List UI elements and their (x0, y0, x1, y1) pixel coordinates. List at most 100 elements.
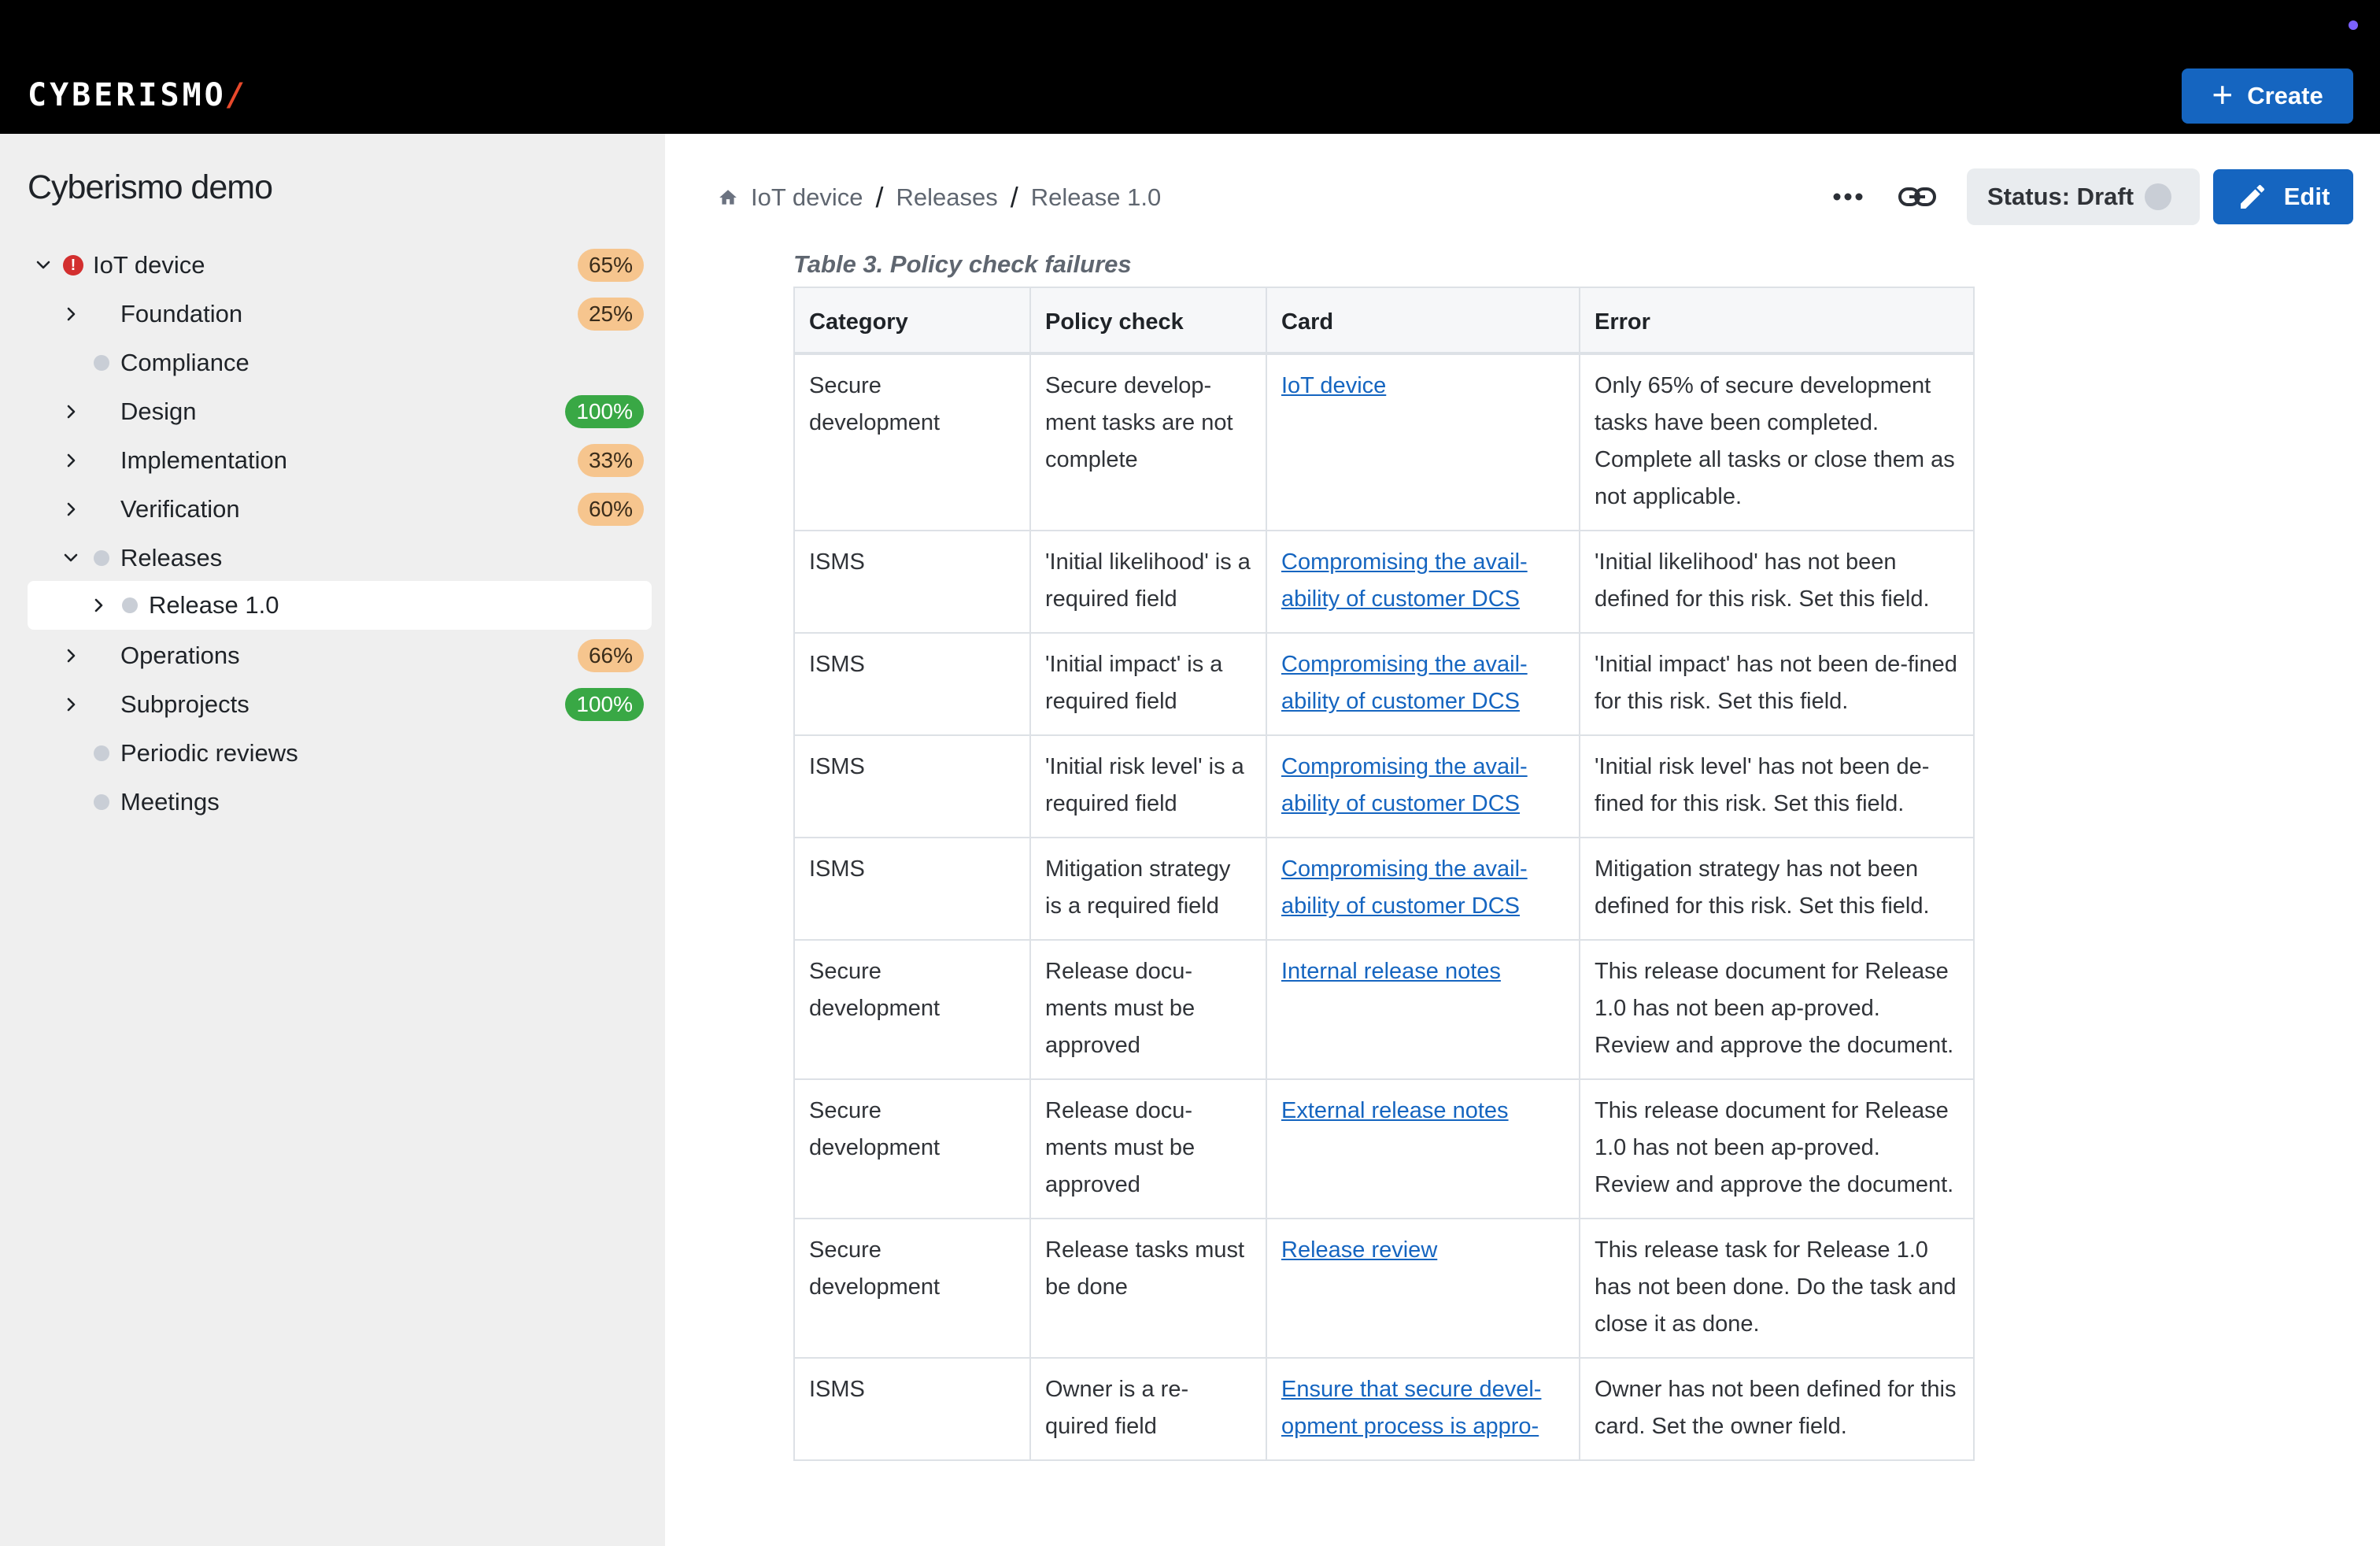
error-icon: ! (63, 255, 83, 276)
table-row: Secure development Secure develop-ment t… (793, 353, 1975, 531)
breadcrumb-item-releases[interactable]: Releases (896, 183, 997, 212)
tree-item-label: Compliance (120, 349, 249, 376)
breadcrumb: IoT device / Releases / Release 1.0 (718, 181, 1161, 214)
column-header-policy-check: Policy check (1029, 287, 1267, 355)
cell-category: Secure development (793, 1218, 1031, 1359)
card-link[interactable]: IoT device (1281, 373, 1386, 398)
table-row: Secure development Release docu-ments mu… (793, 939, 1975, 1080)
create-button[interactable]: + Create (2182, 68, 2353, 124)
tree-item-verification[interactable]: Verification 60% (28, 485, 649, 534)
tree-item-design[interactable]: Design 100% (28, 387, 649, 436)
cell-category: Secure development (793, 353, 1031, 531)
chevron-right-icon[interactable] (59, 644, 83, 668)
tree-item-label: Operations (120, 642, 240, 669)
cell-category: Secure development (793, 1078, 1031, 1219)
top-bar: CYBERISMO/ + Create (0, 0, 2380, 134)
tree-item-label: Periodic reviews (120, 739, 298, 767)
cell-policy-check: Mitigation strategy is a required field (1029, 837, 1267, 941)
plus-icon: + (2212, 74, 2234, 115)
policy-check-failures-table: Category Policy check Card Error Secure … (793, 287, 1975, 1461)
breadcrumb-separator: / (1010, 181, 1018, 213)
cell-policy-check: Release docu-ments must be approved (1029, 1078, 1267, 1219)
card-link[interactable]: Compromising the avail-ability of custom… (1281, 549, 1528, 612)
cell-error: 'Initial impact' has not been de-fined f… (1579, 632, 1975, 736)
tree-item-compliance[interactable]: Compliance (28, 338, 649, 387)
cell-card: Ensure that secure devel-opment process … (1266, 1357, 1580, 1461)
card-link[interactable]: Release review (1281, 1237, 1437, 1263)
more-options-icon[interactable] (1828, 183, 1868, 211)
cyberismo-logo[interactable]: CYBERISMO/ (28, 77, 246, 113)
edit-button[interactable]: Edit (2213, 169, 2353, 224)
tree-item-label: Design (120, 398, 197, 425)
progress-badge: 66% (577, 639, 644, 672)
chevron-right-icon[interactable] (59, 693, 83, 716)
chevron-down-icon[interactable] (31, 253, 55, 277)
column-header-error: Error (1579, 287, 1975, 355)
project-title: Cyberismo demo (28, 168, 273, 206)
table-row: ISMS 'Initial likelihood' is a required … (793, 530, 1975, 634)
table-row: ISMS 'Initial impact' is a required fiel… (793, 632, 1975, 736)
tree-item-label: Implementation (120, 446, 287, 474)
chevron-right-icon[interactable] (59, 400, 83, 423)
status-dropdown[interactable]: Status: Draft (1967, 168, 2200, 225)
table-row: ISMS Owner is a re-quired field Ensure t… (793, 1357, 1975, 1461)
chevron-right-icon[interactable] (87, 594, 110, 617)
progress-badge: 25% (577, 298, 644, 331)
card-link[interactable]: External release notes (1281, 1098, 1509, 1123)
table-row: Secure development Release tasks must be… (793, 1218, 1975, 1359)
cell-category: Secure development (793, 939, 1031, 1080)
breadcrumb-item-release-1-0[interactable]: Release 1.0 (1031, 183, 1161, 212)
chevron-right-icon[interactable] (59, 497, 83, 521)
column-header-category: Category (793, 287, 1031, 355)
cell-card: External release notes (1266, 1078, 1580, 1219)
table-caption: Table 3. Policy check failures (793, 250, 1132, 278)
table-row: ISMS 'Initial risk level' is a required … (793, 734, 1975, 838)
cell-error: This release document for Release 1.0 ha… (1579, 1078, 1975, 1219)
cell-category: ISMS (793, 1357, 1031, 1461)
link-icon[interactable] (1897, 180, 1938, 213)
chevron-right-icon[interactable] (59, 302, 83, 326)
card-link[interactable]: Ensure that secure devel-opment process … (1281, 1377, 1541, 1439)
chevron-down-icon[interactable] (59, 546, 83, 570)
card-link[interactable]: Internal release notes (1281, 959, 1501, 984)
table-header-row: Category Policy check Card Error (793, 287, 1975, 355)
cell-card: Compromising the avail-ability of custom… (1266, 837, 1580, 941)
status-dot-icon (122, 597, 138, 613)
breadcrumb-item-iot-device[interactable]: IoT device (751, 183, 863, 212)
progress-badge: 100% (565, 688, 644, 721)
cell-policy-check: Release tasks must be done (1029, 1218, 1267, 1359)
tree-item-label: IoT device (93, 251, 205, 279)
card-link[interactable]: Compromising the avail-ability of custom… (1281, 754, 1528, 816)
cell-card: Compromising the avail-ability of custom… (1266, 734, 1580, 838)
tree-item-label: Foundation (120, 300, 243, 327)
cell-category: ISMS (793, 632, 1031, 736)
tree-item-subprojects[interactable]: Subprojects 100% (28, 680, 649, 729)
chevron-right-icon[interactable] (59, 449, 83, 472)
tree-item-implementation[interactable]: Implementation 33% (28, 436, 649, 485)
tree-item-releases[interactable]: Releases (28, 534, 649, 583)
status-dot-icon (94, 355, 109, 371)
card-link[interactable]: Compromising the avail-ability of custom… (1281, 856, 1528, 919)
tree-item-label: Releases (120, 544, 223, 571)
card-link[interactable]: Compromising the avail-ability of custom… (1281, 652, 1528, 714)
cell-card: Release review (1266, 1218, 1580, 1359)
pencil-icon (2240, 184, 2264, 209)
tree-item-meetings[interactable]: Meetings (28, 778, 649, 827)
tree-item-operations[interactable]: Operations 66% (28, 631, 649, 680)
tree-item-periodic-reviews[interactable]: Periodic reviews (28, 729, 649, 778)
tree-item-label: Subprojects (120, 690, 249, 718)
home-icon[interactable] (718, 187, 738, 208)
cell-policy-check: 'Initial risk level' is a required field (1029, 734, 1267, 838)
progress-badge: 60% (577, 493, 644, 526)
cell-error: This release document for Release 1.0 ha… (1579, 939, 1975, 1080)
main-content: Table 3. Policy check failures Category … (665, 236, 2380, 1518)
cell-policy-check: Release docu-ments must be approved (1029, 939, 1267, 1080)
tree-item-release-1-0[interactable]: Release 1.0 (28, 581, 652, 630)
table-row: ISMS Mitigation strategy is a required f… (793, 837, 1975, 941)
progress-badge: 100% (565, 395, 644, 428)
status-dot-icon (94, 745, 109, 761)
tree-item-label: Meetings (120, 788, 220, 816)
tree-item-foundation[interactable]: Foundation 25% (28, 290, 649, 338)
tree-item-iot-device[interactable]: ! IoT device 65% (28, 241, 649, 290)
cell-error: 'Initial likelihood' has not been define… (1579, 530, 1975, 634)
